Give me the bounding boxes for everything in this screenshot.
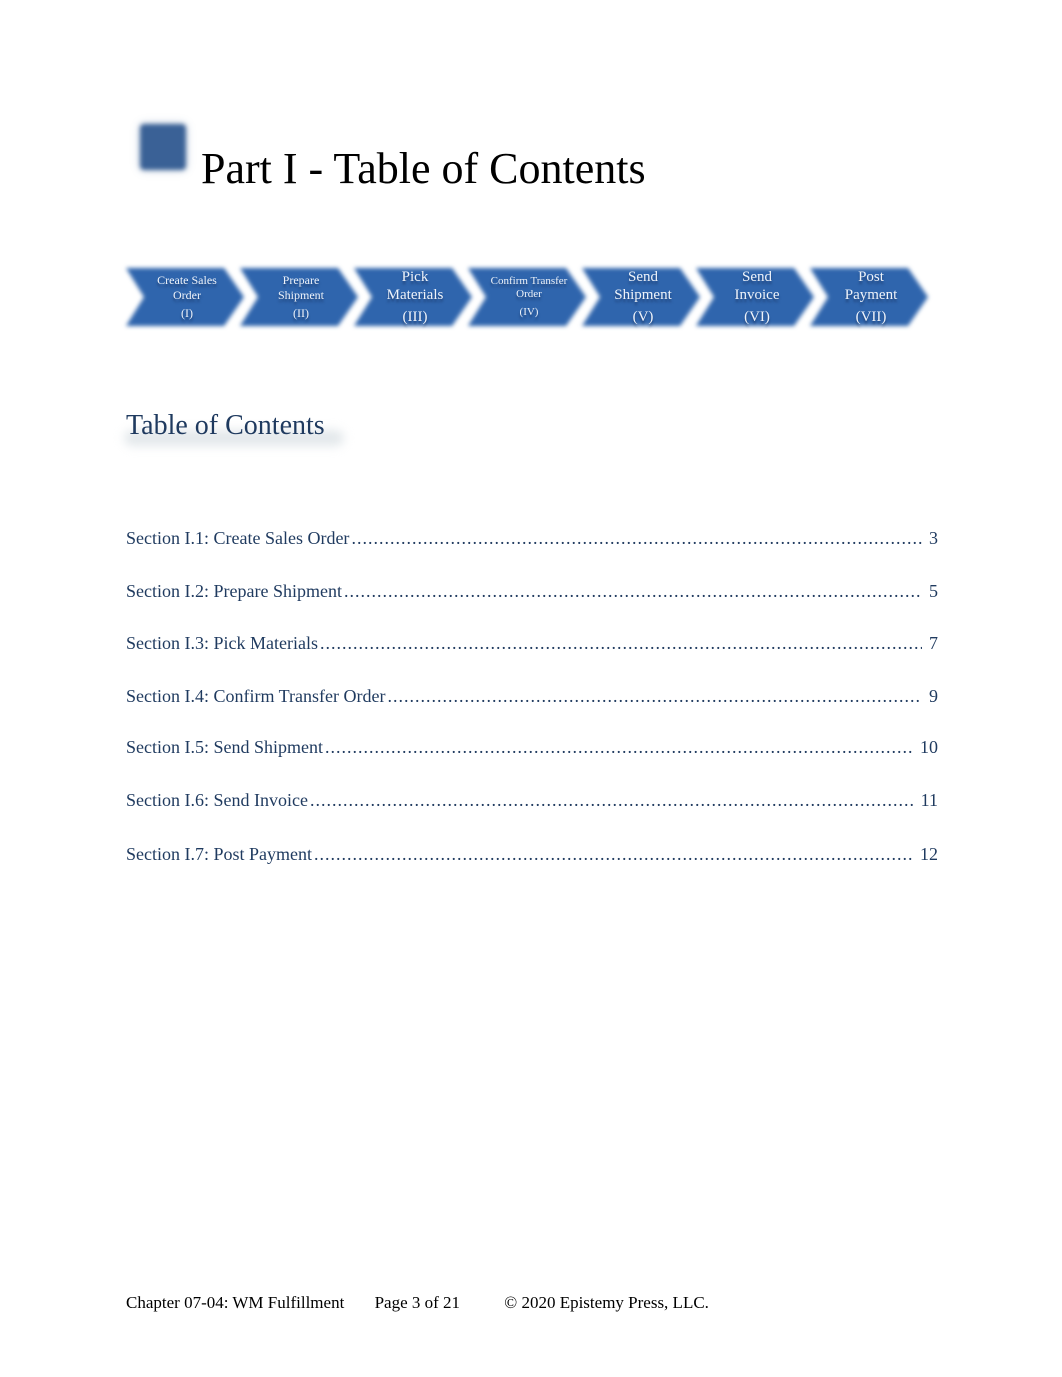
toc-entry[interactable]: Section I.7: Post Payment 12 xyxy=(126,844,938,868)
step-name: Post Payment xyxy=(844,269,898,303)
step-name: Create Sales Order xyxy=(157,273,217,302)
step-numeral: (VI) xyxy=(744,309,770,325)
footer-copyright: © 2020 Epistemy Press, LLC. xyxy=(504,1293,709,1312)
toc-entry-page: 5 xyxy=(929,581,938,601)
step-numeral: (I) xyxy=(181,306,193,321)
toc-entry-page: 11 xyxy=(920,790,938,810)
toc-entry[interactable]: Section I.6: Send Invoice 11 xyxy=(126,790,938,814)
toc-entry-page: 9 xyxy=(929,686,938,706)
step-name: Prepare Shipment xyxy=(277,273,324,302)
process-flow: Create Sales Order (I) Prepare Shipment … xyxy=(124,262,944,332)
process-step[interactable]: Send Invoice (VI) xyxy=(694,262,816,332)
toc-entry[interactable]: Section I.4: Confirm Transfer Order 9 xyxy=(126,686,938,710)
process-step[interactable]: Post Payment (VII) xyxy=(808,262,930,332)
toc-entry-page: 12 xyxy=(920,844,938,864)
toc-entry-label: Section I.3: Pick Materials xyxy=(126,633,318,653)
toc-entry-label: Section I.5: Send Shipment xyxy=(126,737,323,757)
step-numeral: (IV) xyxy=(519,305,539,318)
toc-entry-page: 3 xyxy=(929,528,938,548)
step-numeral: (VII) xyxy=(855,309,887,325)
dot-leader xyxy=(314,844,914,865)
toc-entry[interactable]: Section I.5: Send Shipment 10 xyxy=(126,737,938,761)
toc-heading: Table of Contents xyxy=(126,410,325,441)
step-name: Send Invoice xyxy=(734,269,780,303)
process-step[interactable]: Prepare Shipment (II) xyxy=(238,262,360,332)
toc-entry-label: Section I.2: Prepare Shipment xyxy=(126,581,342,601)
toc-entry-label: Section I.4: Confirm Transfer Order xyxy=(126,686,386,706)
dot-leader xyxy=(310,790,915,811)
toc-entry-page: 7 xyxy=(929,633,938,653)
step-numeral: (II) xyxy=(293,306,309,321)
toc-entry-label: Section I.7: Post Payment xyxy=(126,844,312,864)
dot-leader xyxy=(344,581,922,602)
dot-leader xyxy=(325,737,914,758)
toc-entry-label: Section I.6: Send Invoice xyxy=(126,790,308,810)
toc-entry-page: 10 xyxy=(920,737,938,757)
process-step[interactable]: Create Sales Order (I) xyxy=(124,262,246,332)
process-step[interactable]: Pick Materials (III) xyxy=(352,262,474,332)
blue-square-icon xyxy=(140,124,186,170)
footer-page-number: Page 3 of 21 xyxy=(374,1293,461,1312)
step-name: Pick Materials xyxy=(386,269,444,303)
dot-leader xyxy=(351,528,922,549)
footer-chapter: Chapter 07-04: WM Fulfillment xyxy=(126,1293,345,1312)
process-step[interactable]: Confirm Transfer Order (IV) xyxy=(466,262,588,332)
page-title: Part I - Table of Contents xyxy=(201,144,646,193)
toc-entry-label: Section I.1: Create Sales Order xyxy=(126,528,350,548)
process-step[interactable]: Send Shipment (V) xyxy=(580,262,702,332)
step-numeral: (III) xyxy=(402,309,428,325)
toc-entry[interactable]: Section I.1: Create Sales Order 3 xyxy=(126,528,938,552)
step-numeral: (V) xyxy=(632,309,654,325)
dot-leader xyxy=(320,633,922,654)
toc-entry[interactable]: Section I.3: Pick Materials 7 xyxy=(126,633,938,657)
dot-leader xyxy=(387,686,922,707)
step-name: Send Shipment xyxy=(614,269,672,303)
toc-entry[interactable]: Section I.2: Prepare Shipment 5 xyxy=(126,581,938,605)
step-name: Confirm Transfer Order xyxy=(490,275,568,301)
page-footer: Chapter 07-04: WM Fulfillment Page 3 of … xyxy=(126,1293,709,1313)
